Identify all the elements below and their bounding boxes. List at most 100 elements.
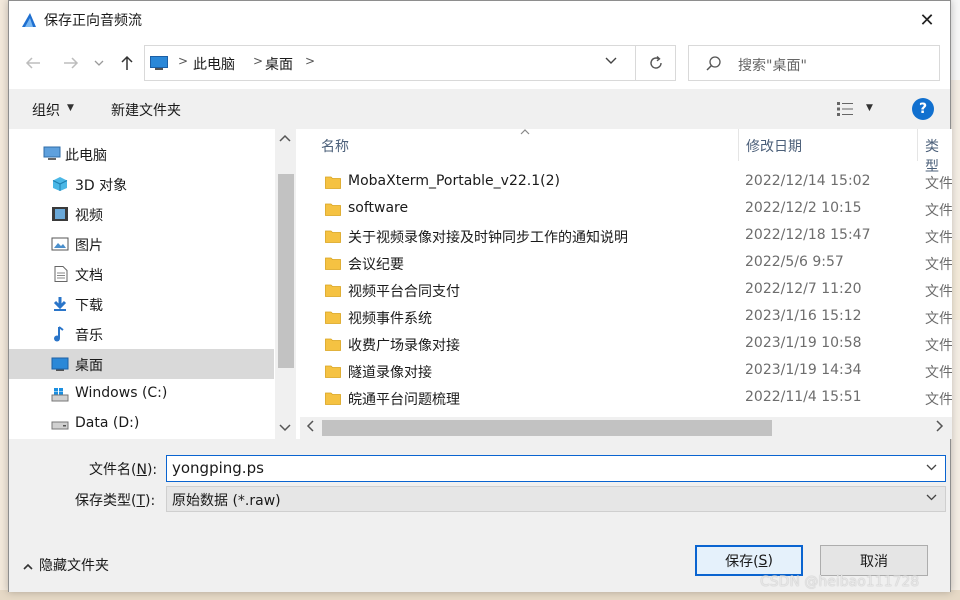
folder-icon xyxy=(325,311,341,324)
nav-item-documents[interactable]: 文档 xyxy=(9,259,274,289)
file-row[interactable]: 收费广场录像对接 2023/1/19 10:58 文件 xyxy=(300,331,952,358)
help-button[interactable]: ? xyxy=(912,98,934,120)
nav-item-label: 文档 xyxy=(75,268,103,284)
file-name: 收费广场录像对接 xyxy=(348,338,460,354)
file-name: 关于视频录像对接及时钟同步工作的通知说明 xyxy=(348,230,628,246)
file-row[interactable]: 视频事件系统 2023/1/16 15:12 文件 xyxy=(300,304,952,331)
drive-icon xyxy=(51,421,69,430)
nav-item-data-drive[interactable]: Data (D:) xyxy=(9,409,274,439)
video-icon xyxy=(52,207,68,221)
chevron-down-icon[interactable] xyxy=(926,491,937,504)
caret-down-icon[interactable]: ▼ xyxy=(866,103,873,113)
chevron-up-icon xyxy=(23,563,33,570)
hide-folders-toggle[interactable]: 隐藏文件夹 xyxy=(23,555,109,575)
scroll-down-icon[interactable] xyxy=(279,421,291,435)
file-type: 文件 xyxy=(925,203,952,219)
desktop-icon xyxy=(51,357,69,371)
folder-icon xyxy=(325,338,341,351)
back-button[interactable] xyxy=(19,49,47,77)
nav-item-desktop[interactable]: 桌面 xyxy=(9,349,274,379)
forward-button[interactable] xyxy=(57,49,85,77)
title-bar: 保存正向音频流 ✕ xyxy=(9,1,950,39)
chevron-down-icon xyxy=(605,57,617,64)
file-name: 视频平台合同支付 xyxy=(348,284,460,300)
file-date: 2022/12/2 10:15 xyxy=(745,200,862,216)
organize-menu-button[interactable]: 组织 xyxy=(32,100,60,120)
new-folder-button[interactable]: 新建文件夹 xyxy=(111,100,181,120)
up-button[interactable] xyxy=(113,49,141,77)
nav-item-pictures[interactable]: 图片 xyxy=(9,229,274,259)
file-date: 2022/11/4 15:51 xyxy=(745,389,862,405)
file-date: 2022/12/7 11:20 xyxy=(745,281,862,297)
file-type: 文件 xyxy=(925,392,952,408)
file-row[interactable]: 视频平台合同支付 2022/12/7 11:20 文件 xyxy=(300,277,952,304)
nav-item-music[interactable]: 音乐 xyxy=(9,319,274,349)
close-button[interactable]: ✕ xyxy=(904,1,950,39)
sort-ascending-icon xyxy=(520,129,530,138)
file-type: 文件 xyxy=(925,230,952,246)
folder-icon xyxy=(325,230,341,243)
nav-scroll-thumb[interactable] xyxy=(278,174,294,368)
column-divider[interactable] xyxy=(738,129,739,161)
breadcrumb-desktop[interactable]: 桌面 xyxy=(265,54,293,74)
nav-item-3d-objects[interactable]: 3D 对象 xyxy=(9,169,274,199)
nav-item-windows-drive[interactable]: Windows (C:) xyxy=(9,379,274,409)
cancel-button[interactable]: 取消 xyxy=(820,545,928,576)
column-header-name[interactable]: 名称 xyxy=(321,136,349,168)
download-icon xyxy=(53,297,67,311)
file-row[interactable]: 皖通平台问题梳理 2022/11/4 15:51 文件 xyxy=(300,385,952,412)
refresh-button[interactable] xyxy=(636,45,676,81)
breadcrumb-this-pc[interactable]: 此电脑 xyxy=(193,54,235,74)
picture-icon xyxy=(51,237,69,251)
save-dialog: 保存正向音频流 ✕ > 此电脑 > 桌面 > 搜索"桌面" 组织 ▼ 新建文件夹… xyxy=(8,0,952,592)
nav-item-videos[interactable]: 视频 xyxy=(9,199,274,229)
scroll-right-icon[interactable] xyxy=(936,420,944,435)
nav-item-label: 桌面 xyxy=(75,358,103,374)
file-name: 皖通平台问题梳理 xyxy=(348,392,460,408)
windows-drive-icon xyxy=(51,388,69,402)
nav-item-downloads[interactable]: 下载 xyxy=(9,289,274,319)
file-row[interactable]: MobaXterm_Portable_v22.1(2) 2022/12/14 15… xyxy=(300,169,952,196)
document-icon xyxy=(54,266,68,282)
column-divider[interactable] xyxy=(917,129,918,161)
watermark-text: CSDN @heibao111728 xyxy=(760,574,920,590)
chevron-down-icon[interactable] xyxy=(926,461,937,474)
hide-folders-label: 隐藏文件夹 xyxy=(39,558,109,574)
recent-locations-button[interactable] xyxy=(89,49,109,77)
column-header-type[interactable]: 类型 xyxy=(925,136,952,175)
breadcrumb-separator-icon: > xyxy=(178,54,189,68)
filetype-select[interactable]: 原始数据 (*.raw) xyxy=(166,486,946,512)
save-button[interactable]: 保存(S) xyxy=(695,545,803,576)
file-date: 2023/1/19 14:34 xyxy=(745,362,862,378)
view-options-icon[interactable] xyxy=(836,101,854,117)
address-bar[interactable]: > 此电脑 > 桌面 > xyxy=(144,45,636,81)
file-row[interactable]: 会议纪要 2022/5/6 9:57 文件 xyxy=(300,250,952,277)
column-header-date[interactable]: 修改日期 xyxy=(746,136,802,168)
folder-icon xyxy=(325,365,341,378)
breadcrumb-separator-icon: > xyxy=(253,54,264,68)
filename-field[interactable]: yongping.ps xyxy=(166,455,946,482)
scroll-up-icon[interactable] xyxy=(279,131,291,145)
horizontal-scroll-thumb[interactable] xyxy=(322,420,772,436)
chevron-down-icon xyxy=(94,60,104,66)
file-list: 名称 修改日期 类型 MobaXterm_Portable_v22.1(2) 20… xyxy=(300,129,952,439)
horizontal-scrollbar[interactable] xyxy=(300,417,952,439)
file-name: 视频事件系统 xyxy=(348,311,432,327)
search-input[interactable]: 搜索"桌面" xyxy=(688,45,940,81)
file-type: 文件 xyxy=(925,257,952,273)
nav-item-label: 3D 对象 xyxy=(75,178,128,194)
nav-item-this-pc[interactable]: 此电脑 xyxy=(9,139,274,169)
nav-item-label: 视频 xyxy=(75,208,103,224)
folder-icon xyxy=(325,284,341,297)
nav-scrollbar[interactable] xyxy=(275,129,296,439)
file-date: 2022/12/14 15:02 xyxy=(745,173,871,189)
file-row[interactable]: 隧道录像对接 2023/1/19 14:34 文件 xyxy=(300,358,952,385)
file-name: 会议纪要 xyxy=(348,257,404,273)
file-row[interactable]: 关于视频录像对接及时钟同步工作的通知说明 2022/12/18 15:47 文件 xyxy=(300,223,952,250)
cube-3d-icon xyxy=(52,177,68,191)
folder-icon xyxy=(325,392,341,405)
scroll-left-icon[interactable] xyxy=(306,420,314,435)
file-row[interactable]: software 2022/12/2 10:15 文件 xyxy=(300,196,952,223)
filename-label: 文件名(N): xyxy=(89,462,158,478)
address-dropdown-button[interactable] xyxy=(605,54,617,68)
